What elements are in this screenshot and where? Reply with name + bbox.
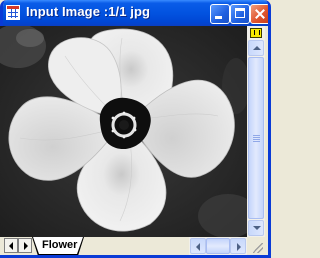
arrow-left-icon	[196, 243, 200, 251]
arrow-down-icon	[253, 226, 261, 230]
previous-sheet-button[interactable]	[4, 238, 18, 253]
maximize-button[interactable]	[230, 4, 250, 24]
bottom-bar: Flower	[0, 237, 265, 255]
flower-image	[0, 26, 247, 237]
minimize-button[interactable]	[210, 4, 230, 24]
resize-grip[interactable]	[247, 237, 265, 255]
scroll-left-button[interactable]	[190, 238, 206, 254]
horizontal-scrollbar[interactable]	[189, 237, 247, 255]
vertical-scrollbar[interactable]	[247, 26, 265, 237]
triangle-left-icon	[9, 242, 13, 250]
foliage-shape	[16, 29, 44, 47]
yellow-marker-icon[interactable]	[250, 28, 262, 38]
worksheet-icon[interactable]	[6, 5, 20, 20]
close-icon	[251, 5, 268, 23]
image-canvas[interactable]	[0, 26, 247, 237]
arrow-up-icon	[253, 46, 261, 50]
vertical-scroll-thumb[interactable]	[248, 57, 264, 219]
arrow-right-icon	[237, 243, 241, 251]
stamen-core	[119, 120, 129, 130]
next-sheet-button[interactable]	[18, 238, 32, 253]
minimize-icon	[215, 16, 222, 19]
maximize-icon	[235, 8, 245, 18]
scroll-down-button[interactable]	[248, 220, 264, 236]
scroll-right-button[interactable]	[230, 238, 246, 254]
horizontal-scroll-thumb[interactable]	[206, 238, 230, 254]
window-title: Input Image :1/1 jpg	[26, 4, 151, 19]
triangle-right-icon	[24, 242, 28, 250]
scroll-up-button[interactable]	[248, 40, 264, 56]
close-button[interactable]	[250, 4, 268, 24]
grip-icon	[253, 135, 260, 136]
sheet-tab-label[interactable]: Flower	[42, 239, 77, 251]
title-bar[interactable]: Input Image :1/1 jpg	[3, 0, 268, 26]
